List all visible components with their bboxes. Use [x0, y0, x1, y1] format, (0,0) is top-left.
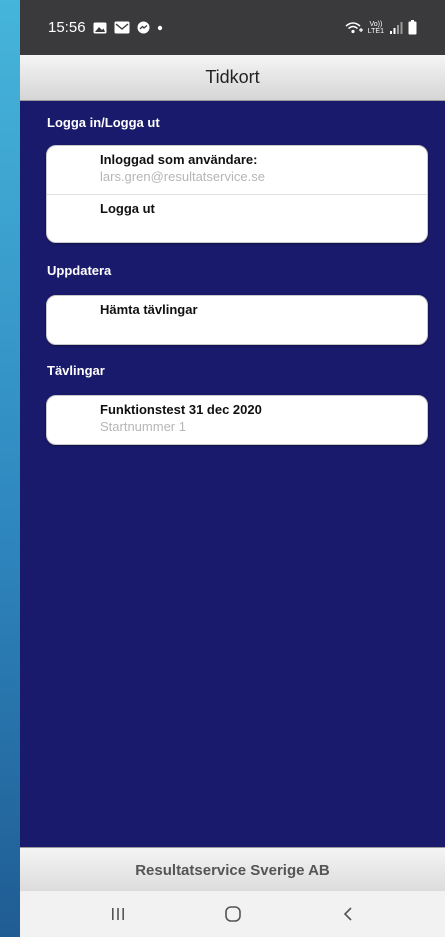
volte-label-bottom: LTE1 [367, 27, 384, 35]
wifi-calling-icon [345, 21, 363, 34]
dot-icon [157, 25, 163, 31]
back-icon[interactable] [328, 899, 368, 929]
recent-apps-icon[interactable] [98, 899, 138, 929]
section-header-update: Uppdatera [47, 263, 112, 278]
logged-in-user-cell[interactable]: Inloggad som användare: lars.gren@result… [47, 146, 427, 194]
mail-icon [114, 21, 130, 34]
competition-start-number: Startnummer 1 [100, 419, 186, 434]
phone-screen: 15:56 Vo)) LTE1 Tidkort Logga in/Logga u… [20, 0, 445, 937]
competition-item[interactable]: Funktionstest 31 dec 2020 Startnummer 1 [47, 396, 427, 444]
logged-in-user-email: lars.gren@resultatservice.se [100, 169, 265, 184]
home-icon[interactable] [213, 899, 253, 929]
section-header-login: Logga in/Logga ut [47, 115, 160, 130]
footer-company: Resultatservice Sverige AB [135, 861, 330, 879]
status-time: 15:56 [48, 19, 86, 36]
page-title: Tidkort [205, 67, 260, 87]
fetch-competitions-button[interactable]: Hämta tävlingar [47, 296, 427, 344]
competition-title: Funktionstest 31 dec 2020 [100, 402, 262, 417]
messenger-icon [137, 21, 150, 34]
fetch-competitions-label: Hämta tävlingar [100, 302, 198, 317]
logout-label: Logga ut [100, 201, 155, 216]
signal-icon [389, 21, 403, 34]
logged-in-title: Inloggad som användare: [100, 152, 258, 167]
gallery-icon [93, 22, 107, 34]
volte-icon: Vo)) LTE1 [368, 21, 384, 35]
group-competitions: Funktionstest 31 dec 2020 Startnummer 1 [46, 395, 428, 445]
logout-button[interactable]: Logga ut [47, 194, 427, 242]
app-header: Tidkort [20, 55, 445, 101]
status-right: Vo)) LTE1 [345, 20, 417, 35]
system-nav-bar [20, 891, 445, 937]
section-header-competitions: Tävlingar [47, 363, 105, 378]
settings-table: Logga in/Logga ut Inloggad som användare… [20, 101, 445, 846]
status-bar: 15:56 Vo)) LTE1 [20, 0, 445, 55]
battery-icon [408, 20, 417, 35]
group-login: Inloggad som användare: lars.gren@result… [46, 145, 428, 243]
group-update: Hämta tävlingar [46, 295, 428, 345]
status-left: 15:56 [48, 19, 163, 36]
app-footer: Resultatservice Sverige AB [20, 847, 445, 892]
volte-label-top: Vo)) [369, 20, 383, 28]
